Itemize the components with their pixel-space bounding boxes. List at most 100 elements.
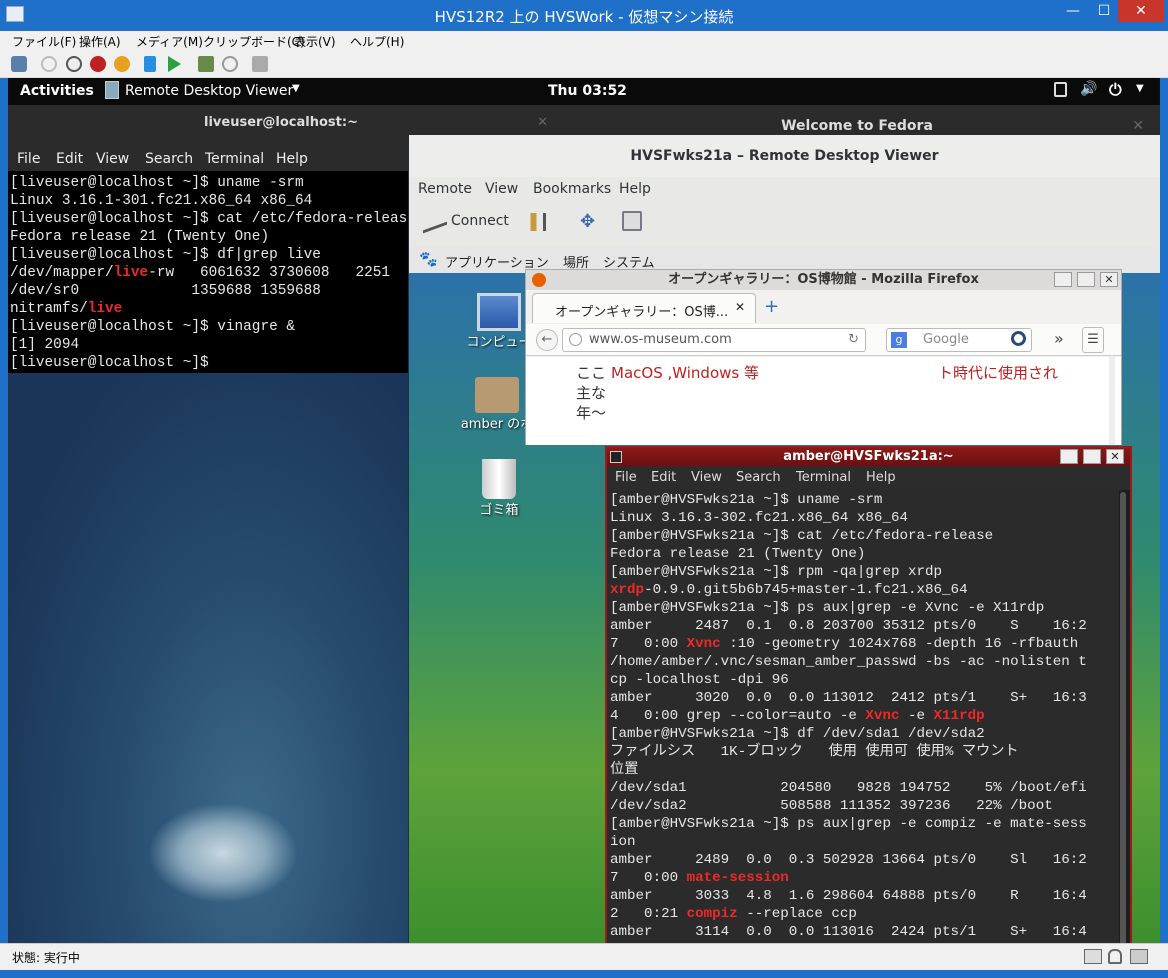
terminal-line: amber 2487 0.1 0.8 203700 35312 pts/0 S … bbox=[610, 618, 1087, 634]
close-button[interactable]: ✕ bbox=[1100, 272, 1118, 287]
menu-view[interactable]: 表示(V) bbox=[294, 33, 336, 50]
menu-help[interactable]: Help bbox=[276, 151, 308, 167]
terminal-line: 7 0:00 Xvnc :10 -geometry 1024x768 -dept… bbox=[610, 636, 1079, 652]
google-icon: g bbox=[891, 332, 907, 348]
terminal-line: [amber@HVSFwks21a ~]$ cat /etc/fedora-re… bbox=[610, 528, 994, 544]
menu-terminal[interactable]: Terminal bbox=[796, 470, 851, 485]
clock[interactable]: Thu 03:52 bbox=[548, 83, 627, 99]
screenshot-icon[interactable] bbox=[622, 211, 642, 231]
content-text: 年～ bbox=[576, 404, 607, 422]
revert-icon[interactable] bbox=[222, 56, 238, 72]
search-icon[interactable] bbox=[1011, 331, 1026, 346]
shutdown-icon[interactable] bbox=[90, 56, 106, 72]
content-red-text: ト時代に使用され bbox=[938, 364, 1059, 382]
left-terminal-body[interactable]: [liveuser@localhost ~]$ uname -srm Linux … bbox=[8, 171, 408, 373]
firefox-icon bbox=[532, 273, 546, 287]
menu-view[interactable]: View bbox=[485, 181, 518, 197]
menu-help[interactable]: Help bbox=[866, 470, 896, 485]
host-maximize-button[interactable]: ☐ bbox=[1090, 0, 1118, 22]
reset-icon[interactable] bbox=[168, 56, 181, 72]
url-text: www.os-museum.com bbox=[589, 332, 732, 347]
menu-view[interactable]: View bbox=[96, 151, 129, 167]
menu-action[interactable]: 操作(A) bbox=[79, 33, 121, 50]
scrollbar[interactable] bbox=[1120, 492, 1126, 943]
menu-file[interactable]: File bbox=[615, 470, 637, 485]
menu-search[interactable]: Search bbox=[145, 151, 193, 167]
terminal-line: [amber@HVSFwks21a ~]$ uname -srm bbox=[610, 492, 883, 508]
menu-file[interactable]: File bbox=[17, 151, 40, 167]
menu-remote[interactable]: Remote bbox=[418, 181, 472, 197]
terminal-line: [amber@HVSFwks21a ~]$ df /dev/sda1 /dev/… bbox=[610, 726, 985, 742]
search-placeholder: Google bbox=[923, 332, 969, 347]
menu-search[interactable]: Search bbox=[736, 470, 781, 485]
host-minimize-button[interactable]: — bbox=[1056, 0, 1090, 22]
mate-terminal-title: amber@HVSFwks21a:~ bbox=[783, 449, 954, 464]
maximize-button[interactable] bbox=[1077, 272, 1095, 287]
status-text: 状態: 実行中 bbox=[12, 951, 80, 965]
desktop-icon-trash[interactable]: ゴミ箱 bbox=[459, 459, 539, 518]
ctrl-alt-del-icon[interactable] bbox=[11, 56, 27, 72]
menu-file[interactable]: ファイル(F) bbox=[12, 33, 76, 50]
checkpoint-icon[interactable] bbox=[198, 56, 214, 72]
close-button[interactable]: ✕ bbox=[1106, 449, 1124, 464]
screen-icon[interactable] bbox=[1054, 82, 1067, 97]
menu-bookmarks[interactable]: Bookmarks bbox=[533, 181, 611, 197]
terminal-line: Linux 3.16.3-302.fc21.x86_64 x86_64 bbox=[610, 510, 908, 526]
menu-edit[interactable]: Edit bbox=[56, 151, 83, 167]
terminal-line: [liveuser@localhost ~]$ df|grep live bbox=[10, 247, 321, 263]
app-menu-button[interactable]: Remote Desktop Viewer bbox=[125, 83, 293, 99]
terminal-line: /home/amber/.vnc/sesman_amber_passwd -bs… bbox=[610, 654, 1087, 670]
pause-icon[interactable] bbox=[144, 56, 156, 72]
url-bar[interactable]: www.os-museum.com ↻ bbox=[562, 328, 866, 352]
menu-icon[interactable]: ☰ bbox=[1082, 327, 1104, 353]
menu-clipboard[interactable]: クリップボード(C) bbox=[203, 33, 305, 50]
fullscreen-icon[interactable]: ✥ bbox=[580, 211, 595, 232]
connect-button[interactable]: Connect bbox=[451, 213, 509, 229]
computer-icon bbox=[477, 293, 521, 331]
chevron-down-icon: ▼ bbox=[292, 83, 300, 94]
back-icon[interactable]: ← bbox=[536, 329, 558, 351]
terminal-line: amber 3033 4.8 1.6 298604 64888 pts/0 R … bbox=[610, 888, 1087, 904]
power-icon[interactable]: ⏻ bbox=[1109, 80, 1122, 100]
menu-media[interactable]: メディア(M) bbox=[136, 33, 203, 50]
menu-help[interactable]: ヘルプ(H) bbox=[350, 33, 404, 50]
menu-help[interactable]: Help bbox=[619, 181, 651, 197]
volume-icon[interactable]: 🔊 bbox=[1080, 81, 1097, 97]
firefox-tab[interactable]: オープンギャラリー：OS博... ✕ bbox=[532, 293, 756, 323]
search-bar[interactable]: g Google bbox=[886, 328, 1032, 352]
terminal-line: amber 3114 0.0 0.0 113016 2424 pts/1 S+ … bbox=[610, 924, 1087, 940]
save-state-icon[interactable] bbox=[114, 56, 130, 72]
mate-terminal-body[interactable]: [amber@HVSFwks21a ~]$ uname -srm Linux 3.… bbox=[607, 490, 1119, 943]
activities-button[interactable]: Activities bbox=[20, 83, 94, 99]
disconnect-icon[interactable] bbox=[522, 213, 546, 231]
menu-terminal[interactable]: Terminal bbox=[205, 151, 264, 167]
host-statusbar: 状態: 実行中 bbox=[0, 943, 1168, 970]
remote-desktop-view[interactable]: 🐾 アプリケーション 場所 システム コンピュー amber のホ ゴミ箱 オー… bbox=[409, 247, 1160, 943]
overflow-icon[interactable]: » bbox=[1054, 329, 1064, 348]
menu-view[interactable]: View bbox=[691, 470, 722, 485]
connect-icon bbox=[423, 212, 447, 234]
scrollbar[interactable] bbox=[1109, 357, 1115, 445]
mate-terminal-menubar: File Edit View Search Terminal Help bbox=[607, 466, 1130, 490]
maximize-button[interactable] bbox=[1083, 449, 1101, 464]
enhanced-session-icon[interactable] bbox=[252, 56, 268, 72]
terminal-line: amber 2489 0.0 0.3 502928 13664 pts/0 Sl… bbox=[610, 852, 1087, 868]
terminal-line: amber 3020 0.0 0.0 113012 2412 pts/1 S+ … bbox=[610, 690, 1087, 706]
system-menu-chevron-icon[interactable]: ▼ bbox=[1136, 83, 1144, 94]
start-icon[interactable] bbox=[41, 56, 57, 72]
gnome-top-bar: Activities Remote Desktop Viewer ▼ Thu 0… bbox=[8, 78, 1160, 105]
minimize-button[interactable] bbox=[1060, 449, 1078, 464]
minimize-button[interactable] bbox=[1054, 272, 1072, 287]
firefox-navbar: ← www.os-museum.com ↻ g Google » ☰ bbox=[526, 324, 1121, 356]
new-tab-icon[interactable]: + bbox=[764, 296, 779, 317]
host-titlebar: HVS12R2 上の HVSWork - 仮想マシン接続 — ☐ ✕ bbox=[0, 0, 1168, 31]
turn-off-icon[interactable] bbox=[66, 56, 82, 72]
terminal-line: 7 0:00 mate-session bbox=[610, 870, 789, 886]
menu-edit[interactable]: Edit bbox=[651, 470, 676, 485]
host-close-button[interactable]: ✕ bbox=[1118, 0, 1164, 22]
reload-icon[interactable]: ↻ bbox=[848, 332, 859, 347]
terminal-line: ファイルシス 1K-ブロック 使用 使用可 使用% マウント bbox=[610, 744, 1019, 760]
left-terminal-title: liveuser@localhost:~ bbox=[204, 115, 358, 130]
terminal-line: [liveuser@localhost ~]$ cat /etc/fedora-… bbox=[10, 211, 408, 227]
close-tab-icon[interactable]: ✕ bbox=[735, 300, 745, 314]
